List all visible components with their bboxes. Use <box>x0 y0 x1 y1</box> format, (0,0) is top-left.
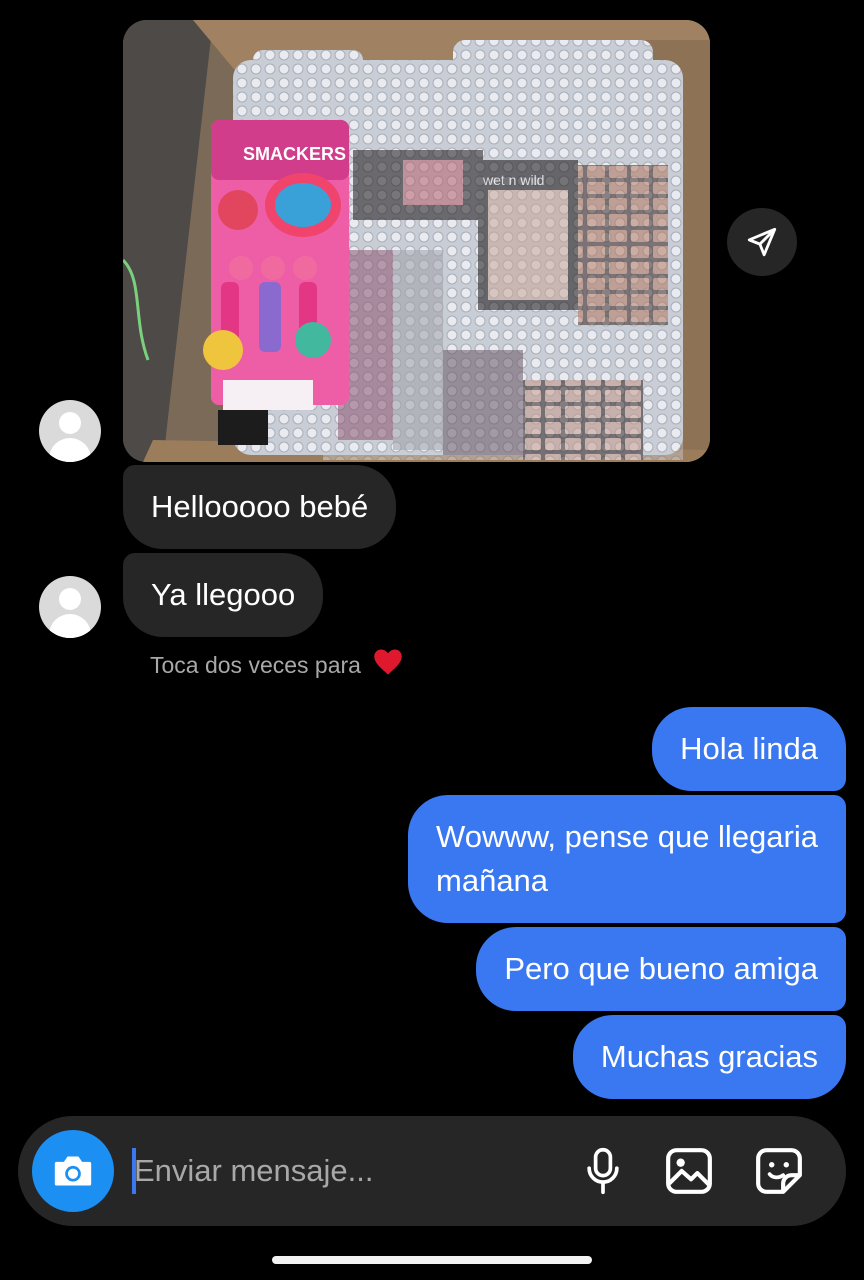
hint-text: Toca dos veces para <box>150 652 361 678</box>
heart-icon <box>374 649 403 675</box>
message-composer <box>18 1116 846 1226</box>
avatar-body <box>49 438 91 462</box>
sticker-button[interactable] <box>752 1144 806 1198</box>
microphone-button[interactable] <box>576 1144 630 1198</box>
message-text: Pero que bueno amiga <box>504 951 818 986</box>
share-button[interactable] <box>727 208 797 276</box>
home-indicator[interactable] <box>272 1256 592 1264</box>
message-text: Wowww, pense que llegaria <box>436 819 818 854</box>
incoming-message[interactable]: Hellooooo bebé <box>123 465 397 549</box>
gallery-button[interactable] <box>662 1144 716 1198</box>
camera-button[interactable] <box>32 1130 114 1212</box>
image-icon <box>666 1148 712 1194</box>
sender-avatar[interactable] <box>39 400 101 462</box>
outgoing-message[interactable]: Hola linda <box>652 707 846 791</box>
send-icon <box>747 227 777 257</box>
double-tap-hint: Toca dos veces para <box>150 648 403 679</box>
outgoing-message[interactable]: Muchas gracias <box>572 1015 846 1099</box>
sender-avatar[interactable] <box>39 576 101 638</box>
message-text: Hellooooo bebé <box>151 489 369 524</box>
message-text: Muchas gracias <box>600 1039 818 1074</box>
message-text: Ya llegooo <box>151 577 296 612</box>
microphone-icon <box>587 1147 619 1195</box>
svg-text:SMACKERS: SMACKERS <box>243 144 346 164</box>
avatar-body <box>49 614 91 638</box>
photo-image: wet n wild SMACKERS <box>123 20 710 462</box>
outgoing-message[interactable]: Wowww, pense que llegaria mañana <box>408 795 846 923</box>
outgoing-message[interactable]: Pero que bueno amiga <box>476 927 846 1011</box>
camera-icon <box>54 1156 92 1186</box>
photo-message[interactable]: wet n wild SMACKERS <box>123 20 710 462</box>
avatar-head <box>59 412 81 434</box>
avatar-head <box>59 588 81 610</box>
message-text-line-2: mañana <box>436 863 549 898</box>
sticker-icon <box>756 1148 802 1194</box>
message-text: Hola linda <box>680 731 818 766</box>
message-input[interactable] <box>134 1144 554 1198</box>
incoming-message[interactable]: Ya llegooo <box>123 553 324 637</box>
